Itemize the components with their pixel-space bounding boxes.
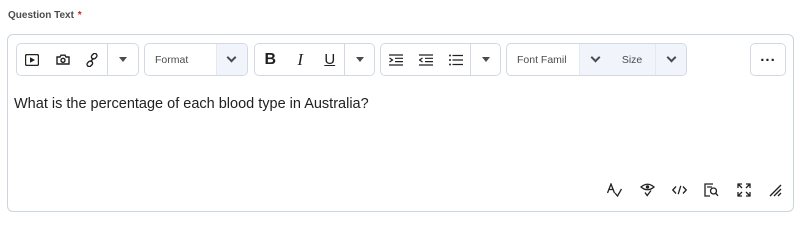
camera-icon [55, 54, 70, 65]
bold-button[interactable]: B [255, 44, 285, 75]
insert-more-dropdown[interactable] [107, 44, 138, 75]
chevron-down-icon [590, 52, 600, 63]
editor-content[interactable]: What is the percentage of each blood typ… [14, 96, 369, 112]
paragraph-more-dropdown[interactable] [470, 44, 500, 75]
paragraph-group [380, 43, 501, 76]
insert-toolbar-group [16, 43, 139, 76]
italic-button[interactable]: I [285, 44, 315, 75]
field-label-text: Question Text [8, 10, 74, 21]
link-icon [85, 52, 99, 67]
bullet-list-button[interactable] [441, 44, 471, 75]
insert-link-button[interactable] [78, 44, 108, 75]
accessibility-check-icon [639, 183, 655, 197]
required-mark: * [77, 10, 82, 21]
accessibility-checker-button[interactable] [638, 181, 656, 199]
spellcheck-icon [606, 183, 622, 197]
field-label: Question Text * [8, 10, 82, 21]
resize-handle-icon [769, 184, 782, 197]
ellipsis-icon: ... [760, 48, 776, 65]
chevron-down-icon [226, 52, 237, 63]
insert-media-button[interactable] [17, 44, 48, 75]
bold-icon: B [264, 50, 277, 68]
find-icon [703, 183, 719, 197]
format-select[interactable]: Format [144, 43, 248, 76]
size-select[interactable]: Size [609, 44, 656, 75]
spellcheck-button[interactable] [605, 181, 623, 199]
italic-icon: I [297, 49, 304, 69]
chevron-down-icon [666, 52, 677, 63]
indent-button[interactable] [381, 44, 411, 75]
text-style-group: B I U [254, 43, 375, 76]
video-icon [25, 53, 40, 66]
caret-down-icon [119, 57, 128, 62]
caret-down-icon [481, 57, 490, 62]
caret-down-icon [355, 57, 364, 62]
format-chevron-button[interactable] [215, 44, 247, 75]
font-family-chevron-button[interactable] [579, 44, 610, 75]
find-replace-button[interactable] [702, 181, 720, 199]
size-chevron-button[interactable] [655, 44, 686, 75]
font-family-select[interactable]: Font Famil [507, 44, 579, 75]
outdent-icon [419, 53, 434, 66]
outdent-button[interactable] [411, 44, 441, 75]
more-options-button[interactable]: ... [750, 43, 786, 76]
resize-handle[interactable] [766, 181, 784, 199]
underline-button[interactable]: U [315, 44, 345, 75]
insert-image-button[interactable] [48, 44, 78, 75]
font-group: Font Famil Size [506, 43, 687, 76]
indent-icon [389, 53, 404, 66]
text-style-more-dropdown[interactable] [344, 44, 374, 75]
source-code-icon [671, 185, 687, 195]
source-code-button[interactable] [670, 181, 688, 199]
fullscreen-button[interactable] [735, 181, 753, 199]
format-select-label: Format [155, 53, 189, 66]
bullet-list-icon [448, 54, 463, 66]
underline-icon: U [324, 51, 336, 68]
fullscreen-icon [737, 183, 751, 197]
rich-text-editor: Format B I U Font Famil Size ... What is… [7, 34, 794, 212]
